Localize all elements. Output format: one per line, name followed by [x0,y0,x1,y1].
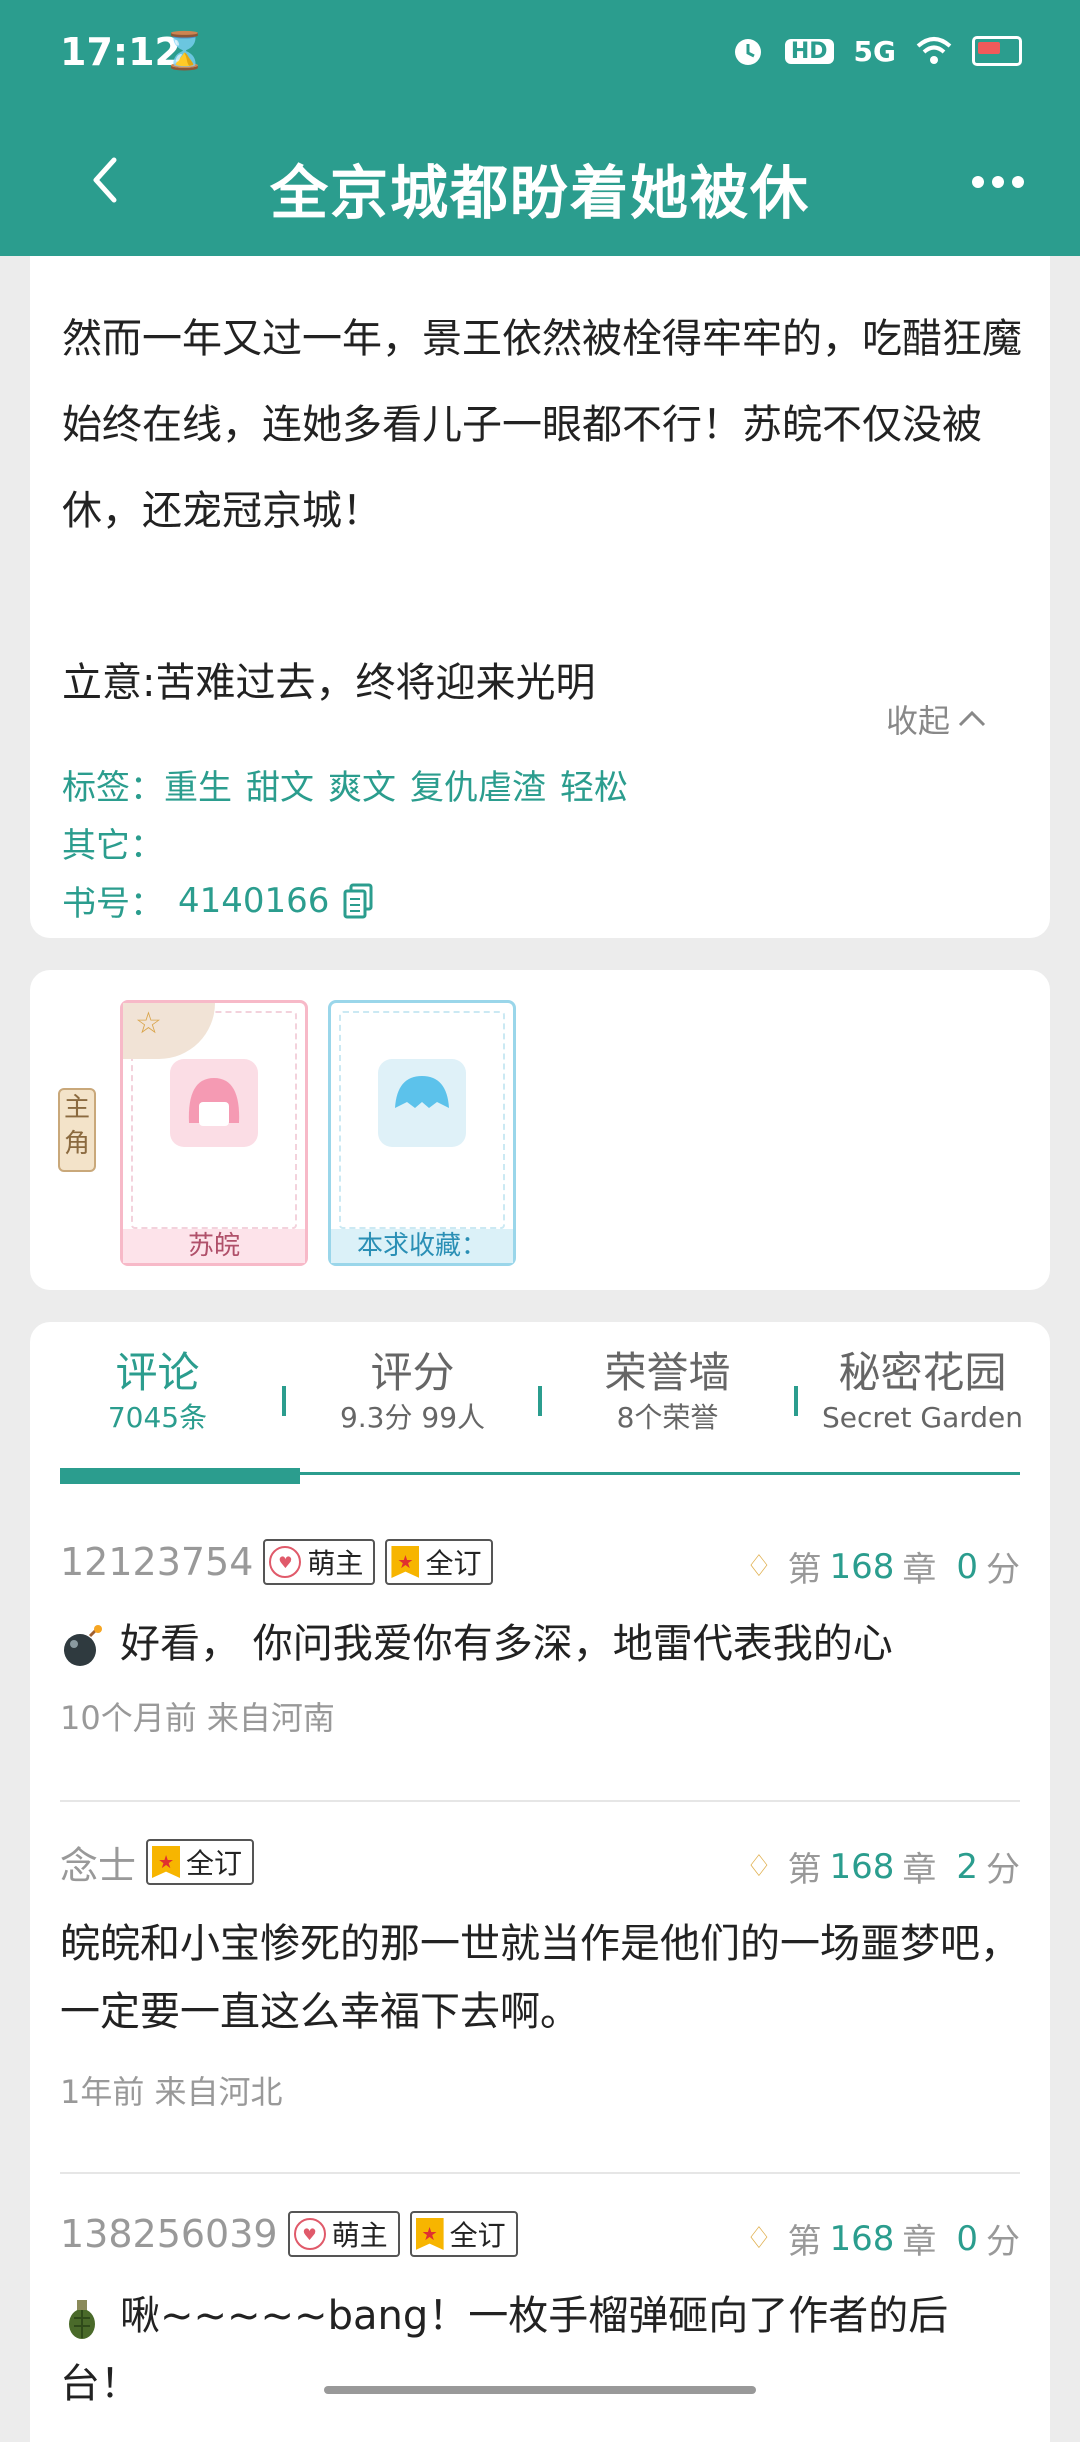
comment-body: 啾~~~~~bang！一枚手榴弹砸向了作者的后台！ [60,2293,949,2407]
tab-honor-wall[interactable]: 荣誉墙 8个荣誉 [540,1346,795,1446]
comment-body: 好看， 你问我爱你有多深，地雷代表我的心 [60,1610,1020,1678]
description-paragraph: 然而一年又过一年，景王依然被栓得牢牢的，吃醋狂魔始终在线，连她多看儿子一眼都不行… [62,316,1022,534]
more-options-button[interactable] [968,162,1028,202]
comment-chapter: ♢ 第 168 章 0分 [745,1546,1020,1591]
protagonist-label: 主 角 [58,1088,96,1172]
character-name: 本求收藏： [331,1229,513,1263]
comment-chapter: ♢ 第 168 章 2分 [745,1846,1020,1891]
book-description: 然而一年又过一年，景王依然被栓得牢牢的，吃醋狂魔始终在线，连她多看儿子一眼都不行… [62,296,1022,726]
status-icons: HD 5G [731,34,1022,68]
comment-time: 10个月前 来自河南 [60,1699,335,1737]
tags-row: 标签：重生 甜文 爽文 复仇虐渣 轻松 [62,760,642,809]
diamond-icon: ♢ [745,1848,773,1884]
other-label: 其它： [62,826,164,866]
bookid-value: 4140166 [178,880,330,921]
character-name: 苏皖 [123,1229,305,1263]
badge-mengzhu: ♥ 萌主 [263,1539,376,1585]
other-row: 其它： [62,818,164,867]
heart-icon: ♥ [293,2218,326,2250]
badge-mengzhu: ♥ 萌主 [287,2211,400,2257]
comment-item[interactable]: 138256039 ♥ 萌主 ★ 全订 ♢ 第 168 章 0分 啾~~~~~bang！… [60,2206,1020,2442]
tag[interactable]: 重生 [164,768,232,808]
comment-username[interactable]: 12123754 [60,1540,253,1584]
diamond-icon: ♢ [745,1548,773,1584]
comment-item[interactable]: 12123754 ♥ 萌主 ★ 全订 ♢ 第 168 章 0分 好看， 你问我爱你有多深… [60,1534,1020,1794]
comment-body: 皖皖和小宝惨死的那一世就当作是他们的一场噩梦吧，一定要一直这么幸福下去啊。 [60,1921,1020,2035]
wifi-icon [916,37,952,64]
hd-badge: HD [784,38,834,64]
comment-divider [60,1800,1020,1802]
female-avatar-icon [170,1059,258,1147]
theme-paragraph: 立意:苦难过去，终将迎来光明 [62,660,596,706]
intro-card: 然而一年又过一年，景王依然被栓得牢牢的，吃醋狂魔始终在线，连她多看儿子一眼都不行… [30,256,1050,938]
diamond-icon: ♢ [745,2220,773,2256]
character-card-female[interactable]: ☆ 苏皖 [120,1000,308,1266]
bookid-row: 书号： 4140166 [62,876,375,925]
character-card-male[interactable]: 本求收藏： [328,1000,516,1266]
alarm-icon [734,39,761,65]
comment-item[interactable]: 念士 ★ 全订 ♢ 第 168 章 2分 皖皖和小宝惨死的那一世就当作是他们的一场噩梦… [60,1834,1020,2154]
tag[interactable]: 甜文 [246,768,314,808]
badge-quanding: ★ 全订 [146,1839,255,1885]
tab-rating[interactable]: 评分 9.3分 99人 [285,1346,540,1446]
comment-time: 1年前 来自河北 [60,2073,283,2111]
collapse-label: 收起 [885,702,950,740]
tab-divider [282,1386,286,1416]
comment-header: 念士 ★ 全订 ♢ 第 168 章 2分 [60,1834,1020,1890]
status-bar: 17:12 ⌛ HD 5G [0,0,1080,112]
ribbon-icon: ★ [391,1546,420,1578]
ribbon-icon: ★ [152,1846,181,1878]
comment-username[interactable]: 念士 [60,1835,136,1890]
copy-icon[interactable] [343,883,375,919]
home-indicator[interactable] [324,2386,756,2394]
page-title: 全京城都盼着她被休 [269,159,810,227]
comment-username[interactable]: 138256039 [60,2212,278,2256]
tab-bar: 评论 7045条 评分 9.3分 99人 荣誉墙 8个荣誉 秘密花园 Secre… [30,1346,1050,1446]
comment-header: 138256039 ♥ 萌主 ★ 全订 ♢ 第 168 章 0分 [60,2206,1020,2262]
characters-card: 主 角 ☆ 苏皖 本求收藏： [30,970,1050,1290]
tag[interactable]: 轻松 [560,768,628,808]
active-tab-indicator [60,1468,300,1484]
tab-divider [538,1386,542,1416]
battery-icon [972,36,1022,66]
bomb-icon [64,1625,102,1666]
signal-icon: 5G [853,34,896,68]
tab-comments[interactable]: 评论 7045条 [30,1346,285,1446]
chevron-up-icon [958,710,986,727]
tab-secret-garden[interactable]: 秘密花园 Secret Garden [795,1346,1050,1446]
comment-chapter: ♢ 第 168 章 0分 [745,2218,1020,2263]
badge-quanding: ★ 全订 [409,2211,518,2257]
heart-icon: ♥ [269,1546,302,1578]
tags-label: 标签： [62,768,164,808]
hourglass-icon: ⌛ [162,31,207,72]
bookid-label: 书号： [62,884,164,924]
tag[interactable]: 爽文 [328,768,396,808]
comment-footer: 10个月前 来自河南 [60,1686,1020,1746]
tab-divider [794,1386,798,1416]
comment-divider [60,2172,1020,2174]
comment-header: 12123754 ♥ 萌主 ★ 全订 ♢ 第 168 章 0分 [60,1534,1020,1590]
comments-card: 评论 7045条 评分 9.3分 99人 荣誉墙 8个荣誉 秘密花园 Secre… [30,1322,1050,2442]
tag[interactable]: 复仇虐渣 [410,768,546,808]
male-avatar-icon [378,1059,466,1147]
grenade-icon [69,2300,95,2339]
comment-footer: 1年前 来自河北 [60,2060,1020,2120]
ribbon-icon: ★ [415,2218,444,2250]
title-bar: 全京城都盼着她被休 [0,112,1080,256]
collapse-button[interactable]: 收起 [886,696,988,742]
badge-quanding: ★ 全订 [385,1539,494,1585]
